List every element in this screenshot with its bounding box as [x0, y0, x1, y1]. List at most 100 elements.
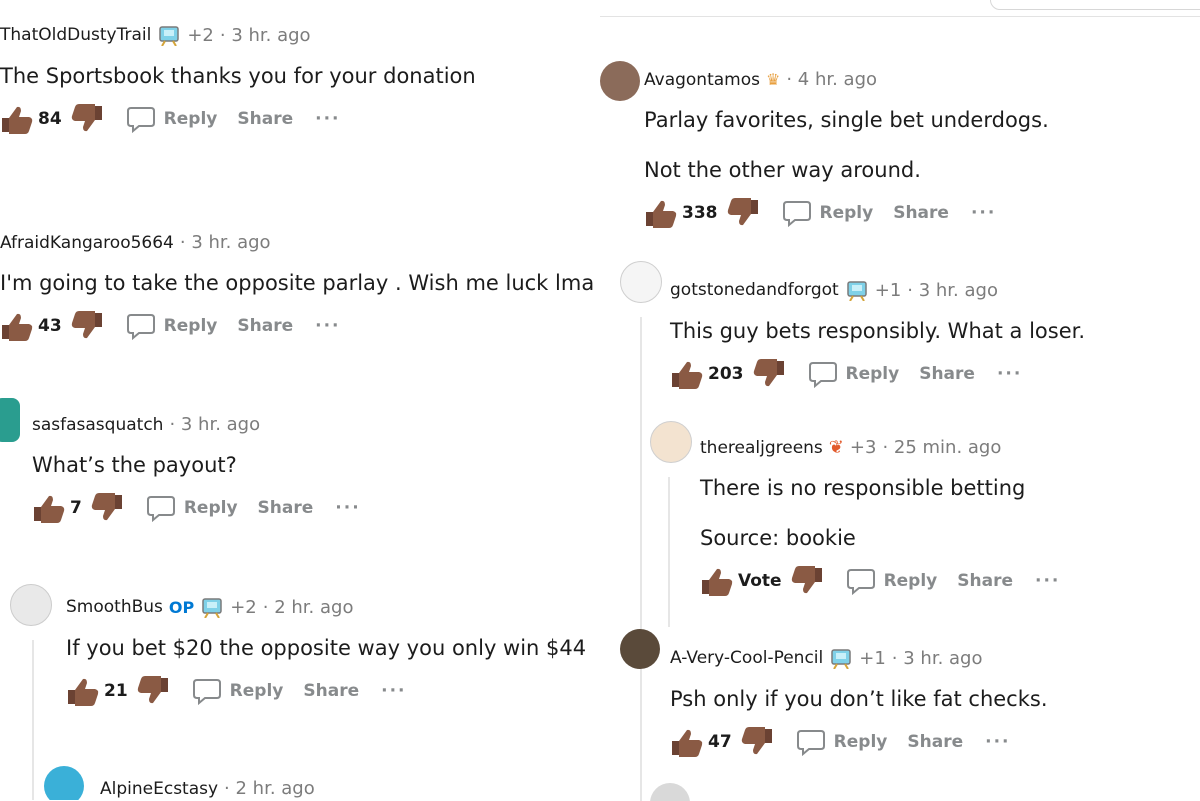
timestamp: · 25 min. ago [882, 437, 1002, 458]
comment: A-Very-Cool-Pencil +1 · 3 hr. ago Psh on… [670, 647, 1048, 757]
avatar[interactable] [600, 61, 640, 101]
username[interactable]: gotstonedandforgot [670, 280, 839, 300]
reply-label: Reply [229, 681, 284, 701]
reply-bubble-icon [846, 567, 876, 595]
reply-button[interactable]: Reply [796, 728, 888, 756]
search-input[interactable] [990, 0, 1200, 10]
avatar[interactable] [44, 766, 84, 800]
thumbs-up-icon[interactable] [670, 727, 704, 757]
action-bar: 84 Reply Share ··· [0, 104, 476, 134]
award-icon[interactable]: ❦ [829, 437, 844, 458]
reply-button[interactable]: Reply [782, 199, 874, 227]
thumbs-down-icon[interactable] [726, 198, 760, 228]
thread-line[interactable] [640, 317, 642, 801]
action-bar: 21 Reply Share ··· [66, 676, 586, 706]
avatar[interactable] [650, 421, 692, 463]
award-icon[interactable] [200, 596, 224, 618]
more-options-button[interactable]: ··· [381, 681, 406, 701]
reply-bubble-icon [782, 199, 812, 227]
timestamp: · 3 hr. ago [219, 24, 311, 46]
share-button[interactable]: Share [303, 681, 359, 701]
thumbs-up-icon[interactable] [644, 198, 678, 228]
username[interactable]: sasfasasquatch [32, 415, 163, 435]
share-button[interactable]: Share [893, 203, 949, 223]
award-count: +1 [859, 647, 886, 669]
comment-header: gotstonedandforgot +1 · 3 hr. ago [670, 279, 1085, 301]
thumbs-up-icon[interactable] [670, 359, 704, 389]
thumbs-down-icon[interactable] [70, 104, 104, 134]
share-button[interactable]: Share [907, 732, 963, 752]
share-button[interactable]: Share [237, 109, 293, 129]
award-icon[interactable]: ♛ [766, 70, 780, 89]
more-options-button[interactable]: ··· [315, 316, 340, 336]
share-button[interactable]: Share [237, 316, 293, 336]
body-paragraph: There is no responsible betting [700, 476, 1026, 500]
username[interactable]: therealjgreens [700, 438, 823, 458]
thumbs-down-icon[interactable] [70, 311, 104, 341]
timestamp: · 2 hr. ago [224, 778, 315, 799]
comment-header: A-Very-Cool-Pencil +1 · 3 hr. ago [670, 647, 1048, 669]
vote-count: 203 [708, 364, 744, 384]
award-icon[interactable] [157, 24, 181, 46]
thumbs-up-icon[interactable] [66, 676, 100, 706]
reply-label: Reply [183, 498, 238, 518]
username[interactable]: ThatOldDustyTrail [0, 25, 151, 45]
comment-header: Avagontamos ♛ · 4 hr. ago [644, 69, 1049, 90]
more-options-button[interactable]: ··· [335, 498, 360, 518]
reply-button[interactable]: Reply [846, 567, 937, 595]
avatar[interactable] [650, 783, 690, 801]
share-button[interactable]: Share [919, 364, 975, 384]
more-options-button[interactable]: ··· [971, 203, 996, 223]
more-options-button[interactable]: ··· [997, 364, 1022, 384]
reply-button[interactable]: Reply [192, 677, 284, 705]
thread-line[interactable] [32, 640, 34, 800]
reply-label: Reply [819, 203, 874, 223]
reply-label: Reply [163, 316, 218, 336]
reply-label: Reply [833, 732, 888, 752]
thread-line[interactable] [668, 477, 670, 627]
avatar[interactable] [0, 398, 20, 442]
comment: Avagontamos ♛ · 4 hr. ago Parlay favorit… [644, 69, 1049, 228]
share-button[interactable]: Share [258, 498, 314, 518]
username[interactable]: Avagontamos [644, 70, 760, 90]
thumbs-down-icon[interactable] [752, 359, 786, 389]
more-options-button[interactable]: ··· [315, 109, 340, 129]
share-button[interactable]: Share [957, 571, 1013, 591]
username[interactable]: AfraidKangaroo5664 [0, 233, 174, 253]
more-options-button[interactable]: ··· [1035, 571, 1060, 591]
reply-bubble-icon [808, 360, 838, 388]
avatar[interactable] [10, 584, 52, 626]
award-count: +2 [187, 24, 214, 46]
award-icon[interactable] [845, 279, 869, 301]
comment-body: This guy bets responsibly. What a loser. [670, 319, 1085, 343]
thumbs-down-icon[interactable] [136, 676, 170, 706]
vote-count: Vote [738, 571, 782, 591]
award-count: +1 [874, 279, 902, 301]
username[interactable]: AlpineEcstasy [100, 779, 218, 799]
comment-header: therealjgreens ❦ +3 · 25 min. ago [700, 437, 1060, 458]
more-options-button[interactable]: ··· [985, 732, 1010, 752]
avatar[interactable] [620, 261, 662, 303]
thumbs-up-icon[interactable] [0, 311, 34, 341]
reply-button[interactable]: Reply [126, 105, 217, 133]
timestamp: · 2 hr. ago [262, 596, 354, 618]
reply-label: Reply [845, 364, 900, 384]
comment: ThatOldDustyTrail +2 · 3 hr. ago The Spo… [0, 24, 476, 134]
reply-button[interactable]: Reply [126, 312, 218, 340]
comment-header: AlpineEcstasy · 2 hr. ago [100, 778, 315, 799]
thumbs-down-icon[interactable] [90, 493, 124, 523]
vote-count: 21 [104, 681, 128, 701]
thumbs-down-icon[interactable] [740, 727, 774, 757]
thumbs-down-icon[interactable] [790, 566, 824, 596]
thumbs-up-icon[interactable] [32, 493, 66, 523]
username[interactable]: A-Very-Cool-Pencil [670, 648, 823, 668]
reply-button[interactable]: Reply [808, 360, 900, 388]
thumbs-up-icon[interactable] [700, 566, 734, 596]
reply-button[interactable]: Reply [146, 494, 238, 522]
award-icon[interactable] [829, 647, 853, 669]
body-paragraph: Source: bookie [700, 526, 856, 550]
thumbs-up-icon[interactable] [0, 104, 34, 134]
avatar[interactable] [620, 629, 660, 669]
reply-bubble-icon [146, 494, 176, 522]
username[interactable]: SmoothBus [66, 597, 163, 617]
